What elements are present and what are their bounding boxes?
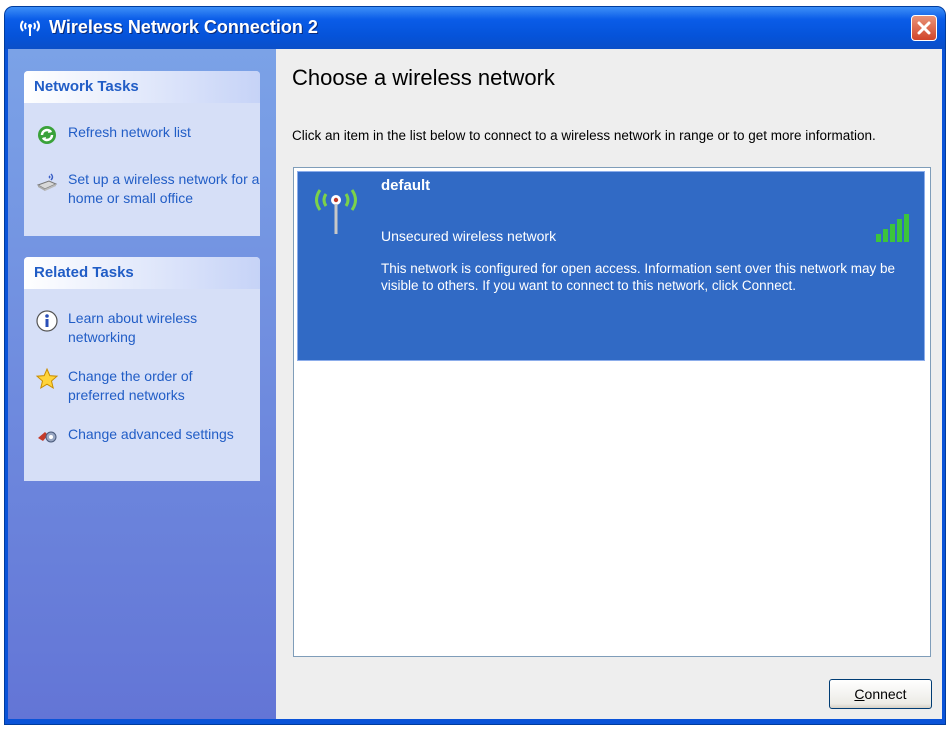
- network-security-status: Unsecured wireless network: [381, 228, 557, 244]
- wireless-antenna-icon: [20, 20, 40, 36]
- info-icon: [36, 310, 58, 332]
- network-tasks-header: Network Tasks: [24, 71, 260, 103]
- signal-bar: [897, 219, 902, 242]
- signal-strength-icon: [876, 214, 909, 242]
- setup-wireless-network-label: Set up a wireless network for a home or …: [68, 171, 260, 206]
- close-button[interactable]: [911, 15, 937, 41]
- task-sidebar: Network Tasks Refresh network list Set u…: [8, 49, 276, 719]
- network-tasks-panel: Network Tasks Refresh network list Set u…: [24, 71, 260, 236]
- learn-wireless-label: Learn about wireless networking: [68, 310, 198, 345]
- refresh-icon: [38, 126, 56, 144]
- change-advanced-settings-label: Change advanced settings: [68, 426, 234, 442]
- refresh-network-list-link[interactable]: Refresh network list: [24, 123, 260, 144]
- change-network-order-label: Change the order of preferred networks: [68, 368, 193, 403]
- network-name: default: [381, 177, 431, 194]
- network-list[interactable]: default Unsecured wireless network This …: [293, 167, 931, 657]
- main-content: Choose a wireless network Click an item …: [276, 49, 942, 719]
- window-title: Wireless Network Connection 2: [49, 17, 318, 37]
- change-network-order-link[interactable]: Change the order of preferred networks: [24, 367, 240, 405]
- refresh-network-list-label: Refresh network list: [68, 124, 191, 140]
- wireless-antenna-icon: [315, 189, 357, 234]
- network-list-item[interactable]: default Unsecured wireless network This …: [297, 171, 925, 361]
- settings-icon: [38, 431, 57, 443]
- setup-wireless-network-link[interactable]: Set up a wireless network for a home or …: [24, 170, 260, 208]
- signal-bar: [904, 214, 909, 242]
- instructions-text: Click an item in the list below to conne…: [292, 128, 876, 143]
- signal-bar: [883, 229, 888, 242]
- page-title: Choose a wireless network: [292, 65, 555, 90]
- connect-button[interactable]: Connect: [829, 679, 932, 709]
- signal-bar: [890, 224, 895, 242]
- star-icon: [35, 367, 59, 390]
- related-tasks-header: Related Tasks: [24, 257, 260, 289]
- title-bar[interactable]: Wireless Network Connection 2: [5, 7, 945, 49]
- close-icon: [917, 21, 931, 35]
- learn-wireless-link[interactable]: Learn about wireless networking: [24, 309, 240, 347]
- related-tasks-panel: Related Tasks Learn about wireless netwo…: [24, 257, 260, 481]
- signal-bar: [876, 234, 881, 242]
- wireless-setup-icon: [36, 173, 58, 191]
- change-advanced-settings-link[interactable]: Change advanced settings: [24, 425, 240, 444]
- network-description: This network is configured for open acce…: [381, 261, 895, 293]
- wireless-network-window: Wireless Network Connection 2 Network Ta…: [5, 7, 945, 724]
